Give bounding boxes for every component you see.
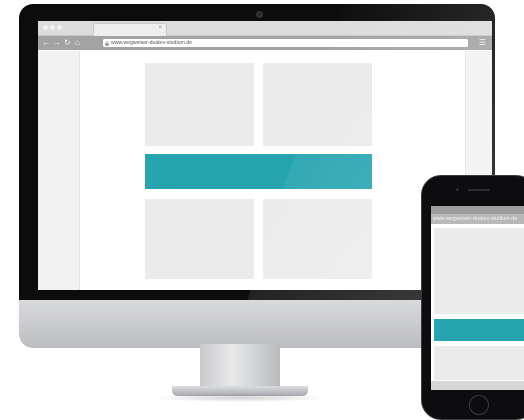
accent-banner (145, 154, 372, 189)
home-button-icon[interactable] (469, 395, 489, 415)
forward-arrow-icon[interactable]: → (53, 37, 61, 49)
home-icon[interactable]: ⌂ (75, 37, 80, 49)
browser-tab[interactable]: × (93, 23, 167, 36)
placeholder-tile-bottom-left (145, 199, 254, 279)
back-arrow-icon[interactable]: ← (42, 37, 50, 49)
browser-toolbar: ← → ↻ ⌂ www.wegweiser-duales-studium.de … (38, 36, 492, 50)
phone-status-bar (431, 206, 524, 214)
placeholder-tile-top-right (263, 63, 372, 146)
phone-placeholder-tile-top (434, 228, 524, 314)
phone-accent-banner (434, 319, 524, 341)
close-tab-icon[interactable]: × (158, 25, 162, 31)
address-bar[interactable]: www.wegweiser-duales-studium.de (103, 39, 468, 47)
phone-device: www.wegweiser-duales-studium.de (421, 175, 524, 420)
browser-titlebar: × (38, 21, 492, 36)
phone-address-bar-url: www.wegweiser-duales-studium.de (433, 216, 518, 222)
phone-address-bar[interactable]: www.wegweiser-duales-studium.de (431, 214, 524, 224)
zoom-window-dot[interactable] (57, 25, 62, 30)
lock-icon (105, 40, 109, 46)
placeholder-tile-top-left (145, 63, 254, 146)
stand-shadow (150, 394, 330, 402)
phone-placeholder-tile-bottom (434, 346, 524, 380)
reload-icon[interactable]: ↻ (64, 37, 71, 49)
phone-earpiece (468, 189, 490, 191)
minimize-window-dot[interactable] (50, 25, 55, 30)
phone-screen: www.wegweiser-duales-studium.de (431, 206, 524, 390)
address-bar-url: www.wegweiser-duales-studium.de (111, 40, 193, 46)
page-gutter-left (38, 51, 80, 290)
camera-icon (256, 11, 263, 18)
placeholder-tile-bottom-right (263, 199, 372, 279)
close-window-dot[interactable] (43, 25, 48, 30)
phone-bottom-toolbar (431, 381, 524, 390)
phone-camera-icon (456, 188, 459, 191)
imac-stand-neck (200, 344, 280, 390)
menu-icon[interactable]: ☰ (479, 37, 486, 49)
